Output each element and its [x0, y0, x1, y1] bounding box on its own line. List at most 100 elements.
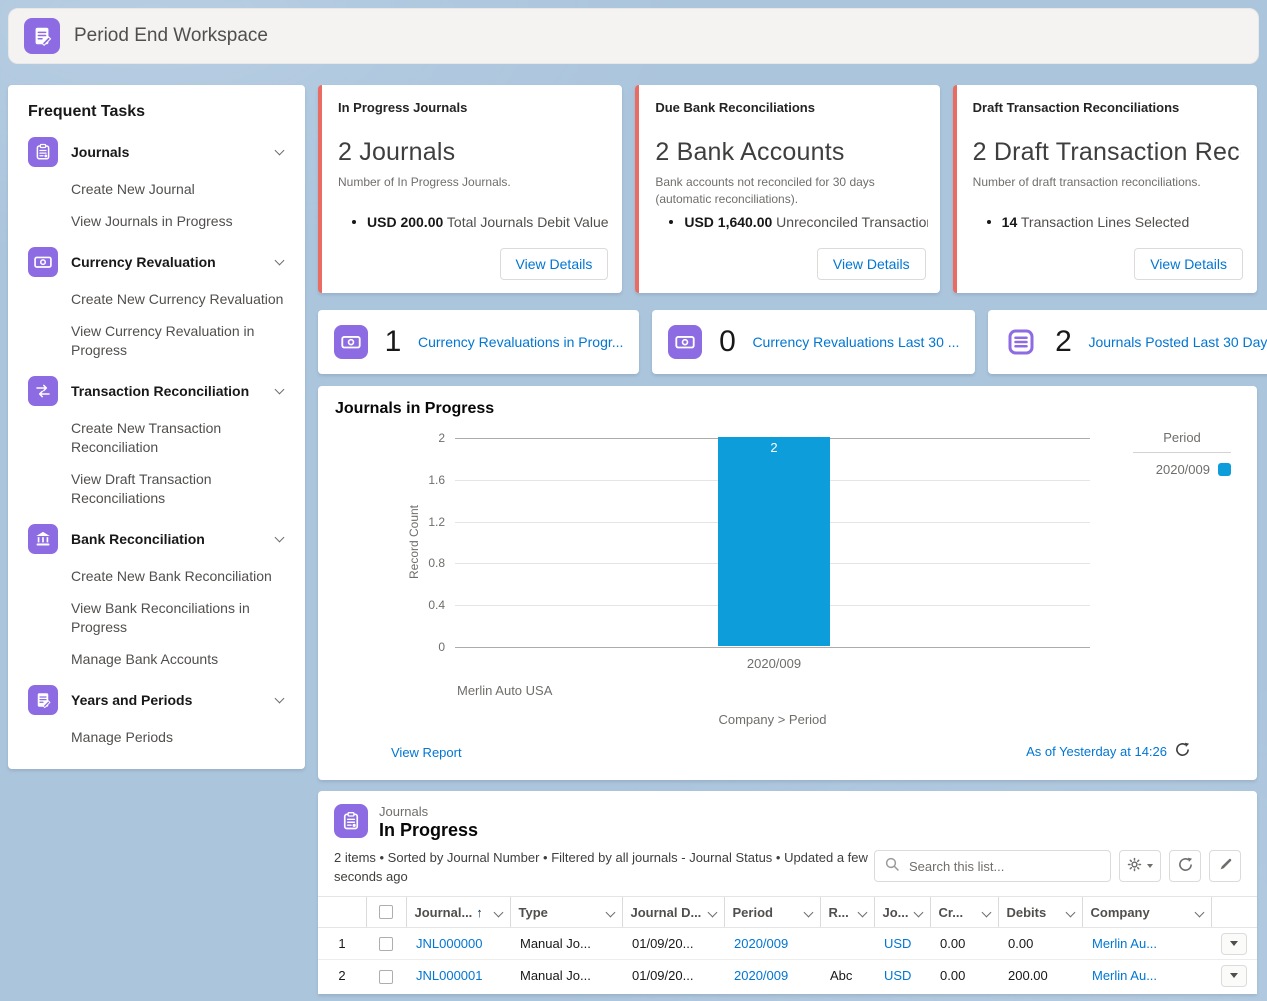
sidebar-section-label: Journals — [71, 144, 263, 160]
kpi-card-draft-transaction-reconciliations: Draft Transaction Reconciliations 2 Draf… — [953, 85, 1257, 293]
pencil-icon — [1218, 858, 1232, 875]
sidebar-item-view-bank-reconciliations[interactable]: View Bank Reconciliations in Progress — [71, 599, 287, 637]
sidebar-item-view-draft-transaction-reconciliations[interactable]: View Draft Transaction Reconciliations — [71, 470, 287, 508]
col-reference[interactable]: R... — [820, 897, 874, 928]
y-tick: 0.4 — [428, 598, 445, 612]
currency-icon — [28, 247, 58, 277]
select-all-header[interactable] — [366, 897, 406, 928]
chevron-down-icon — [275, 533, 285, 543]
view-details-button[interactable]: View Details — [817, 248, 926, 280]
kpi-card-in-progress-journals: In Progress Journals 2 Journals Number o… — [318, 85, 622, 293]
bank-icon — [28, 524, 58, 554]
chevron-down-icon[interactable] — [803, 907, 813, 917]
bar-value-label: 2 — [718, 437, 830, 455]
sidebar-item-view-currency-revaluation[interactable]: View Currency Revaluation in Progress — [71, 322, 287, 360]
x-axis-label: Company > Period — [455, 712, 1090, 727]
metric-link[interactable]: Currency Revaluations in Progr... — [418, 334, 623, 350]
metric-link[interactable]: Journals Posted Last 30 Days — [1088, 334, 1267, 350]
chevron-down-icon[interactable] — [1065, 907, 1075, 917]
list-settings-button[interactable] — [1119, 850, 1161, 882]
sidebar-section-transaction-reconciliation[interactable]: Transaction Reconciliation — [28, 376, 287, 406]
list-meta: 2 items • Sorted by Journal Number • Fil… — [334, 848, 882, 886]
currency-link[interactable]: USD — [884, 968, 911, 983]
view-details-button[interactable]: View Details — [500, 248, 609, 280]
currency-link[interactable]: USD — [884, 936, 911, 951]
journals-table: Journal...↑ Type Journal D... Period R..… — [318, 896, 1257, 992]
row-actions-button[interactable] — [1221, 933, 1247, 955]
cell-journal-date: 01/09/20... — [622, 928, 724, 960]
kpi-card-due-bank-reconciliations: Due Bank Reconciliations 2 Bank Accounts… — [635, 85, 939, 293]
company-link[interactable]: Merlin Au... — [1092, 936, 1157, 951]
cell-debits: 0.00 — [998, 928, 1082, 960]
journals-icon — [28, 137, 58, 167]
col-debits[interactable]: Debits — [998, 897, 1082, 928]
refresh-icon[interactable] — [1175, 742, 1190, 760]
chevron-down-icon[interactable] — [605, 907, 615, 917]
row-actions-button[interactable] — [1221, 965, 1247, 987]
row-checkbox[interactable] — [379, 937, 393, 951]
chevron-down-icon[interactable] — [857, 907, 867, 917]
col-journal-currency[interactable]: Jo... — [874, 897, 930, 928]
frequent-tasks-panel: Frequent Tasks Journals Create New Journ… — [8, 85, 305, 769]
row-checkbox[interactable] — [379, 970, 393, 984]
chevron-down-icon[interactable] — [1194, 907, 1204, 917]
list-search[interactable] — [874, 850, 1111, 882]
sidebar-item-create-new-journal[interactable]: Create New Journal — [71, 180, 287, 199]
sidebar-section-currency-revaluation[interactable]: Currency Revaluation — [28, 247, 287, 277]
sidebar-item-create-new-transaction-reconciliation[interactable]: Create New Transaction Reconciliation — [71, 419, 287, 457]
legend-title: Period — [1133, 430, 1231, 453]
col-period[interactable]: Period — [724, 897, 820, 928]
metric-link[interactable]: Currency Revaluations Last 30 ... — [752, 334, 959, 350]
journal-number-link[interactable]: JNL000001 — [416, 968, 483, 983]
chevron-down-icon — [275, 694, 285, 704]
sidebar-section-label: Transaction Reconciliation — [71, 383, 263, 399]
sidebar-item-create-new-currency-revaluation[interactable]: Create New Currency Revaluation — [71, 290, 287, 309]
chevron-down-icon — [275, 385, 285, 395]
metric-currency-revaluations-last-30: 0 Currency Revaluations Last 30 ... — [652, 310, 975, 374]
period-link[interactable]: 2020/009 — [734, 968, 788, 983]
journal-number-link[interactable]: JNL000000 — [416, 936, 483, 951]
col-company[interactable]: Company — [1082, 897, 1211, 928]
chevron-down-icon[interactable] — [981, 907, 991, 917]
list-refresh-button[interactable] — [1169, 850, 1201, 882]
list-view-name[interactable]: In Progress — [379, 820, 478, 841]
sidebar-section-bank-reconciliation[interactable]: Bank Reconciliation — [28, 524, 287, 554]
sidebar-section-label: Currency Revaluation — [71, 254, 263, 270]
kpi-headline: 2 Journals — [338, 138, 606, 167]
sidebar-item-manage-periods[interactable]: Manage Periods — [71, 728, 287, 747]
sidebar-item-view-journals-in-progress[interactable]: View Journals in Progress — [71, 212, 287, 231]
sidebar-item-manage-bank-accounts[interactable]: Manage Bank Accounts — [71, 650, 287, 669]
sidebar-item-create-new-bank-reconciliation[interactable]: Create New Bank Reconciliation — [71, 567, 287, 586]
view-details-button[interactable]: View Details — [1134, 248, 1243, 280]
period-link[interactable]: 2020/009 — [734, 936, 788, 951]
col-journal-number[interactable]: Journal...↑ — [406, 897, 510, 928]
y-tick: 1.2 — [428, 515, 445, 529]
col-credits[interactable]: Cr... — [930, 897, 998, 928]
metric-value: 1 — [383, 325, 403, 359]
kpi-headline: 2 Draft Transaction Reconci... — [973, 138, 1241, 167]
bullet-dot — [352, 220, 356, 224]
chevron-down-icon[interactable] — [913, 907, 923, 917]
chevron-down-icon[interactable] — [707, 907, 717, 917]
chevron-down-icon — [275, 146, 285, 156]
caret-down-icon — [1230, 973, 1238, 978]
kpi-description: Number of draft transaction reconciliati… — [973, 174, 1225, 191]
chevron-down-icon[interactable] — [493, 907, 503, 917]
sidebar-section-years-and-periods[interactable]: Years and Periods — [28, 685, 287, 715]
bar-2020-009[interactable]: 2 — [718, 437, 830, 646]
y-tick: 0 — [438, 640, 445, 654]
list-edit-button[interactable] — [1209, 850, 1241, 882]
col-type[interactable]: Type — [510, 897, 622, 928]
y-tick: 0.8 — [428, 556, 445, 570]
legend-item-2020-009[interactable]: 2020/009 — [1133, 462, 1231, 477]
cell-type: Manual Jo... — [510, 928, 622, 960]
view-report-link[interactable]: View Report — [391, 745, 462, 760]
company-link[interactable]: Merlin Au... — [1092, 968, 1157, 983]
search-input[interactable] — [907, 858, 1100, 875]
select-all-checkbox[interactable] — [379, 905, 393, 919]
journals-in-progress-chart: Journals in Progress Record Count 2 1.6 … — [318, 386, 1257, 780]
sidebar-section-journals[interactable]: Journals — [28, 137, 287, 167]
table-header-row: Journal...↑ Type Journal D... Period R..… — [318, 897, 1257, 928]
legend-swatch — [1218, 463, 1231, 476]
col-journal-date[interactable]: Journal D... — [622, 897, 724, 928]
